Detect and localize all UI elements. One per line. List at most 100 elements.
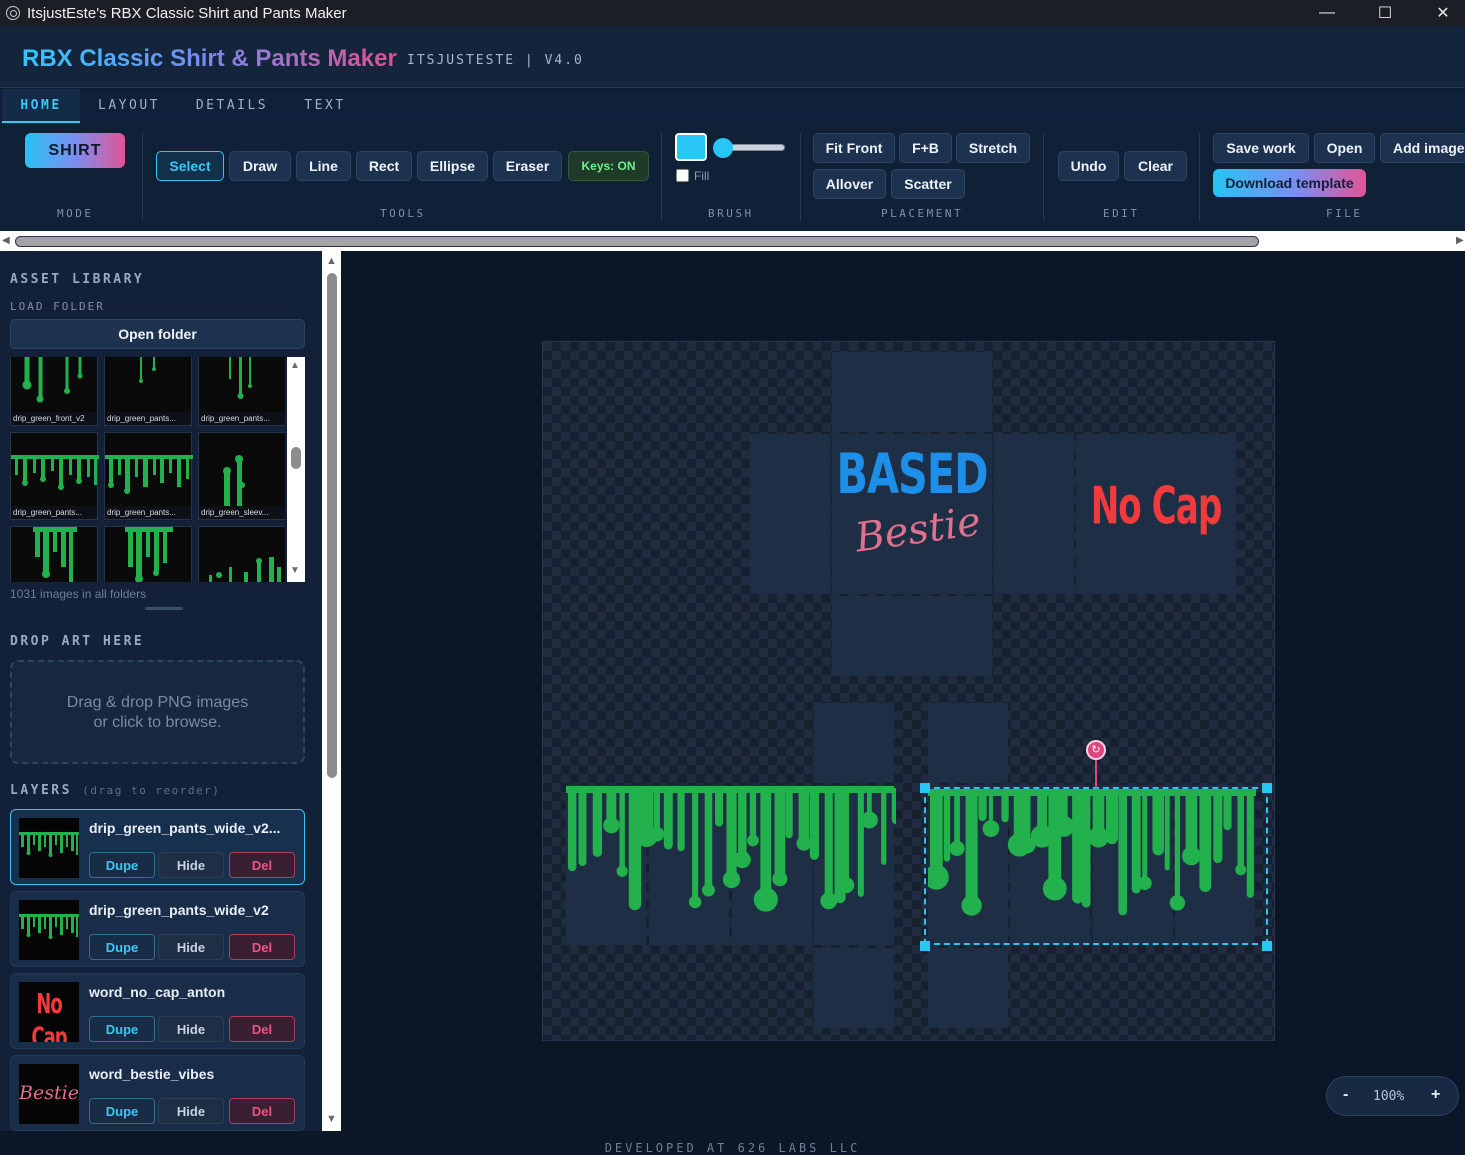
- layer-dupe-button[interactable]: Dupe: [89, 1016, 155, 1042]
- close-button[interactable]: ✕: [1414, 0, 1465, 26]
- layer-hide-button[interactable]: Hide: [158, 1098, 224, 1124]
- art-based-text[interactable]: BASED: [832, 442, 992, 507]
- selection-box[interactable]: [924, 787, 1268, 945]
- front-back-button[interactable]: F+B: [899, 133, 952, 163]
- open-folder-button[interactable]: Open folder: [10, 319, 305, 349]
- drip-artwork-left[interactable]: [566, 782, 896, 922]
- scroll-right-arrow-icon[interactable]: ▶: [1456, 235, 1464, 246]
- ribbon-scrollbar[interactable]: ◀ ▶: [0, 231, 1465, 251]
- keys-toggle[interactable]: Keys: ON: [568, 151, 649, 181]
- fill-checkbox[interactable]: [676, 169, 689, 182]
- rotate-stem: [1095, 758, 1097, 788]
- asset-thumbnail[interactable]: drip_green_sleev...: [198, 432, 285, 520]
- tab-text[interactable]: TEXT: [295, 89, 355, 123]
- resize-handle-sw[interactable]: [920, 941, 930, 951]
- drip-drop: [838, 877, 855, 894]
- art-nocap-text[interactable]: No Cap: [1076, 476, 1236, 535]
- eraser-tool-button[interactable]: Eraser: [493, 151, 562, 181]
- asset-thumbnail[interactable]: drip_green_front_v2: [10, 357, 98, 426]
- scroll-left-arrow-icon[interactable]: ◀: [2, 235, 10, 246]
- drip-strand: [568, 788, 577, 872]
- maximize-button[interactable]: ☐: [1356, 0, 1414, 26]
- layer-delete-button[interactable]: Del: [229, 1016, 295, 1042]
- layers-label: LAYERS: [10, 783, 72, 798]
- rect-tool-button[interactable]: Rect: [356, 151, 412, 181]
- scroll-up-arrow-icon[interactable]: ▲: [290, 360, 300, 371]
- rotate-handle-icon[interactable]: ↻: [1086, 740, 1106, 760]
- layer-delete-button[interactable]: Del: [229, 934, 295, 960]
- scrollbar-thumb[interactable]: [291, 447, 301, 469]
- edit-group-label: EDIT: [1103, 207, 1140, 220]
- asset-thumbnail[interactable]: [104, 526, 192, 582]
- bestie-thumb-text: Bestie: [19, 1082, 79, 1104]
- undo-button[interactable]: Undo: [1058, 151, 1119, 181]
- asset-thumbnail[interactable]: drip_green_pants...: [10, 432, 99, 520]
- tab-home[interactable]: HOME: [2, 89, 80, 123]
- zoom-in-button[interactable]: +: [1431, 1086, 1440, 1104]
- scatter-button[interactable]: Scatter: [891, 169, 965, 199]
- allover-button[interactable]: Allover: [813, 169, 886, 199]
- scroll-down-arrow-icon[interactable]: ▼: [290, 565, 300, 576]
- drip-strand: [881, 788, 887, 865]
- save-work-button[interactable]: Save work: [1213, 133, 1309, 163]
- layer-hide-button[interactable]: Hide: [158, 1016, 224, 1042]
- drip-drop: [753, 887, 778, 912]
- panel-resize-handle[interactable]: [145, 607, 183, 610]
- stretch-button[interactable]: Stretch: [956, 133, 1030, 163]
- drip-drop: [649, 826, 665, 842]
- drip-preview: [33, 527, 77, 582]
- layer-hide-button[interactable]: Hide: [158, 852, 224, 878]
- line-tool-button[interactable]: Line: [296, 151, 351, 181]
- layer-hide-button[interactable]: Hide: [158, 934, 224, 960]
- tab-layout[interactable]: LAYOUT: [88, 89, 170, 123]
- drip-drop: [772, 871, 788, 887]
- tab-details[interactable]: DETAILS: [186, 89, 278, 123]
- fit-front-button[interactable]: Fit Front: [813, 133, 895, 163]
- scroll-down-arrow-icon[interactable]: ▼: [326, 1113, 337, 1125]
- layer-item[interactable]: Bestie word_bestie_vibes Dupe Hide Del: [10, 1055, 305, 1131]
- scroll-up-arrow-icon[interactable]: ▲: [326, 255, 337, 267]
- resize-handle-nw[interactable]: [920, 783, 930, 793]
- brush-size-handle[interactable]: [713, 138, 733, 158]
- layer-dupe-button[interactable]: Dupe: [89, 1098, 155, 1124]
- layer-item[interactable]: drip_green_pants_wide_v2 Dupe Hide Del: [10, 891, 305, 967]
- asset-thumbnail[interactable]: drip_green_pants...: [104, 432, 193, 520]
- sidebar: ASSET LIBRARY LOAD FOLDER Open folder dr…: [0, 251, 322, 1131]
- sidebar-scrollbar[interactable]: ▲ ▼: [322, 251, 341, 1131]
- asset-grid-scrollbar[interactable]: ▲ ▼: [287, 357, 305, 582]
- drip-drop: [701, 883, 715, 897]
- layer-item[interactable]: No Cap word_no_cap_anton Dupe Hide Del: [10, 973, 305, 1049]
- asset-thumbnail[interactable]: [10, 526, 98, 582]
- layer-name: drip_green_pants_wide_v2: [89, 902, 269, 918]
- select-tool-button[interactable]: Select: [156, 151, 224, 181]
- minimize-button[interactable]: —: [1298, 0, 1356, 26]
- drip-preview: [125, 527, 173, 582]
- asset-thumbnail[interactable]: drip_green_pants...: [104, 357, 192, 426]
- separator: [142, 133, 143, 221]
- resize-handle-ne[interactable]: [1262, 783, 1272, 793]
- add-image-button[interactable]: Add image: [1380, 133, 1465, 163]
- drip-strand: [628, 788, 642, 911]
- layer-dupe-button[interactable]: Dupe: [89, 934, 155, 960]
- draw-tool-button[interactable]: Draw: [229, 151, 291, 181]
- open-button[interactable]: Open: [1314, 133, 1375, 163]
- resize-handle-se[interactable]: [1262, 941, 1272, 951]
- drop-zone[interactable]: Drag & drop PNG images or click to brows…: [10, 660, 305, 764]
- clear-button[interactable]: Clear: [1124, 151, 1187, 181]
- ellipse-tool-button[interactable]: Ellipse: [417, 151, 488, 181]
- scrollbar-thumb[interactable]: [327, 273, 337, 778]
- mode-shirt-button[interactable]: SHIRT: [25, 133, 125, 168]
- zoom-out-button[interactable]: -: [1343, 1086, 1348, 1104]
- download-template-button[interactable]: Download template: [1213, 169, 1366, 197]
- layer-delete-button[interactable]: Del: [229, 1098, 295, 1124]
- layer-delete-button[interactable]: Del: [229, 852, 295, 878]
- asset-thumbnail[interactable]: drip_green_pants...: [198, 357, 285, 426]
- template-canvas[interactable]: BASED Bestie No Cap ↻: [542, 341, 1275, 1041]
- asset-thumbnail[interactable]: [198, 526, 285, 582]
- brush-color-swatch[interactable]: [675, 133, 707, 161]
- drop-zone-line1: Drag & drop PNG images: [66, 694, 249, 711]
- fill-label: Fill: [694, 169, 710, 183]
- scrollbar-thumb[interactable]: [15, 236, 1259, 247]
- layer-dupe-button[interactable]: Dupe: [89, 852, 155, 878]
- layer-item[interactable]: drip_green_pants_wide_v2... Dupe Hide De…: [10, 809, 305, 885]
